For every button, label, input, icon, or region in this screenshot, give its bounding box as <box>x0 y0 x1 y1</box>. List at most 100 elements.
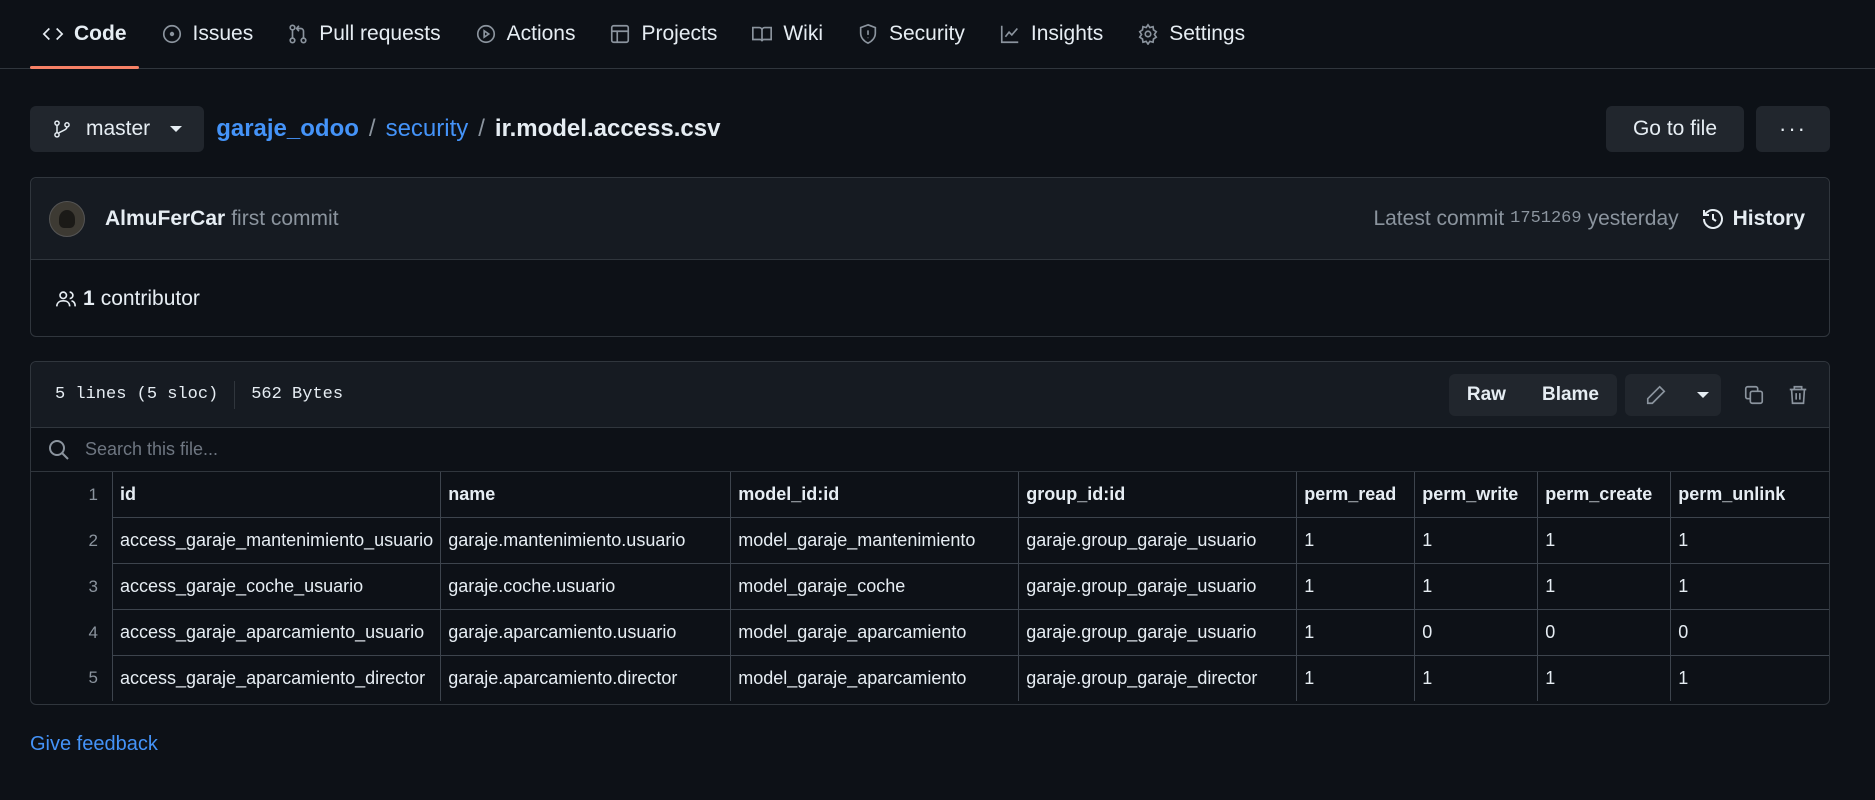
history-button[interactable]: History <box>1701 207 1805 231</box>
table-row: 4 access_garaje_aparcamiento_usuario gar… <box>31 609 1829 656</box>
tab-security[interactable]: Security <box>845 0 977 68</box>
column-header: perm_create <box>1537 472 1672 518</box>
column-header: id <box>111 472 442 518</box>
line-number[interactable]: 1 <box>31 472 113 518</box>
table-row: 3 access_garaje_coche_usuario garaje.coc… <box>31 563 1829 610</box>
copy-button[interactable] <box>1743 384 1765 406</box>
search-icon <box>49 439 69 460</box>
breadcrumb-file-name: ir.model.access.csv <box>494 115 721 142</box>
commit-info-box: AlmuFerCar first commit Latest commit 17… <box>30 177 1830 337</box>
tab-projects[interactable]: Projects <box>597 0 729 68</box>
breadcrumb-folder-link[interactable]: security <box>386 115 469 143</box>
breadcrumb: garaje_odoo / security / ir.model.access… <box>216 115 720 143</box>
go-to-file-button[interactable]: Go to file <box>1606 106 1744 152</box>
line-number[interactable]: 5 <box>31 655 113 701</box>
search-input[interactable] <box>83 438 687 461</box>
branch-selector[interactable]: master <box>30 106 205 152</box>
file-header: 5 lines (5 sloc) 562 Bytes Raw Blame <box>31 362 1829 428</box>
column-header: name <box>440 472 732 518</box>
tab-label: Insights <box>1030 21 1104 45</box>
gear-icon <box>1138 22 1158 45</box>
caret-down-icon <box>170 126 183 132</box>
file-lines-info: 5 lines (5 sloc) <box>55 385 219 404</box>
branch-name: master <box>86 117 151 140</box>
tab-code[interactable]: Code <box>30 0 139 69</box>
tab-wiki[interactable]: Wiki <box>739 0 835 68</box>
branch-icon <box>54 120 70 138</box>
table-cell: garaje.mantenimiento.usuario <box>440 517 732 564</box>
table-cell: access_garaje_aparcamiento_director <box>111 655 442 701</box>
latest-commit-label: Latest commit <box>1373 206 1505 230</box>
tab-pull-requests[interactable]: Pull requests <box>275 0 452 68</box>
table-cell: access_garaje_mantenimiento_usuario <box>111 517 442 564</box>
history-icon <box>1702 208 1723 229</box>
caret-down-icon[interactable] <box>1697 391 1709 398</box>
tab-label: Issues <box>192 21 254 45</box>
issue-icon <box>162 24 181 43</box>
divider <box>234 380 236 409</box>
tab-label: Settings <box>1169 21 1246 45</box>
blame-button[interactable]: Blame <box>1524 384 1617 406</box>
breadcrumb-separator: / <box>368 115 376 142</box>
file-info: 5 lines (5 sloc) 562 Bytes <box>55 380 344 409</box>
contributor-count: 1 <box>83 287 95 310</box>
table-row: 5 access_garaje_aparcamiento_director ga… <box>31 655 1829 701</box>
play-icon <box>476 24 495 43</box>
table-cell: model_garaje_aparcamiento <box>730 655 1020 701</box>
commit-author-link[interactable]: AlmuFerCar <box>105 207 225 231</box>
repo-nav: Code Issues Pull requests Actions Projec… <box>0 0 1875 69</box>
line-number[interactable]: 4 <box>31 609 113 656</box>
table-cell: 1 <box>1670 655 1829 701</box>
table-header-row: 1 id name model_id:id group_id:id perm_r… <box>31 472 1829 518</box>
column-header: perm_read <box>1296 472 1416 518</box>
table-cell: garaje.coche.usuario <box>440 563 732 610</box>
tab-label: Security <box>889 21 965 45</box>
table-cell: 1 <box>1537 563 1672 610</box>
tab-label: Pull requests <box>319 21 441 45</box>
table-cell: 1 <box>1296 609 1416 656</box>
latest-commit-bar: AlmuFerCar first commit Latest commit 17… <box>31 178 1829 260</box>
tab-issues[interactable]: Issues <box>149 0 266 68</box>
people-icon <box>56 291 76 307</box>
tab-insights[interactable]: Insights <box>987 0 1115 68</box>
line-number[interactable]: 2 <box>31 517 113 564</box>
table-cell: 0 <box>1670 609 1829 656</box>
file-viewer: 5 lines (5 sloc) 562 Bytes Raw Blame 1 i… <box>30 361 1830 705</box>
table-row: 2 access_garaje_mantenimiento_usuario ga… <box>31 517 1829 564</box>
more-options-button[interactable]: ··· <box>1756 106 1830 152</box>
table-cell: 1 <box>1296 655 1416 701</box>
tab-label: Code <box>74 21 127 45</box>
tab-label: Actions <box>506 21 576 45</box>
breadcrumb-repo-link[interactable]: garaje_odoo <box>216 115 359 143</box>
delete-button[interactable] <box>1787 384 1809 406</box>
column-header: perm_write <box>1414 472 1539 518</box>
copy-icon <box>1744 385 1764 404</box>
give-feedback-link[interactable]: Give feedback <box>30 733 158 756</box>
tab-settings[interactable]: Settings <box>1125 0 1257 68</box>
table-cell: model_garaje_coche <box>730 563 1020 610</box>
history-label: History <box>1732 206 1805 230</box>
breadcrumb-separator: / <box>478 115 485 142</box>
table-cell: 1 <box>1414 517 1539 564</box>
tab-label: Wiki <box>783 21 823 45</box>
column-header: perm_unlink <box>1670 472 1829 518</box>
raw-button[interactable]: Raw <box>1449 384 1524 406</box>
table-cell: 1 <box>1537 517 1672 564</box>
file-size: 562 Bytes <box>251 385 344 404</box>
column-header: model_id:id <box>730 472 1020 518</box>
line-number[interactable]: 3 <box>31 563 113 610</box>
contributors-row[interactable]: 1 contributor <box>31 260 1829 338</box>
table-cell: garaje.group_garaje_usuario <box>1018 517 1298 564</box>
commit-sha-link[interactable]: 1751269 <box>1510 209 1581 228</box>
table-cell: garaje.group_garaje_director <box>1018 655 1298 701</box>
commit-message-link[interactable]: first commit <box>231 207 338 231</box>
avatar[interactable] <box>49 200 85 237</box>
pencil-icon[interactable] <box>1645 384 1667 406</box>
tab-actions[interactable]: Actions <box>463 0 588 68</box>
trash-icon <box>1789 385 1807 404</box>
table-cell: garaje.group_garaje_usuario <box>1018 563 1298 610</box>
table-cell: model_garaje_mantenimiento <box>730 517 1020 564</box>
commit-time: yesterday <box>1587 206 1679 230</box>
table-cell: 1 <box>1537 655 1672 701</box>
table-cell: garaje.aparcamiento.director <box>440 655 732 701</box>
